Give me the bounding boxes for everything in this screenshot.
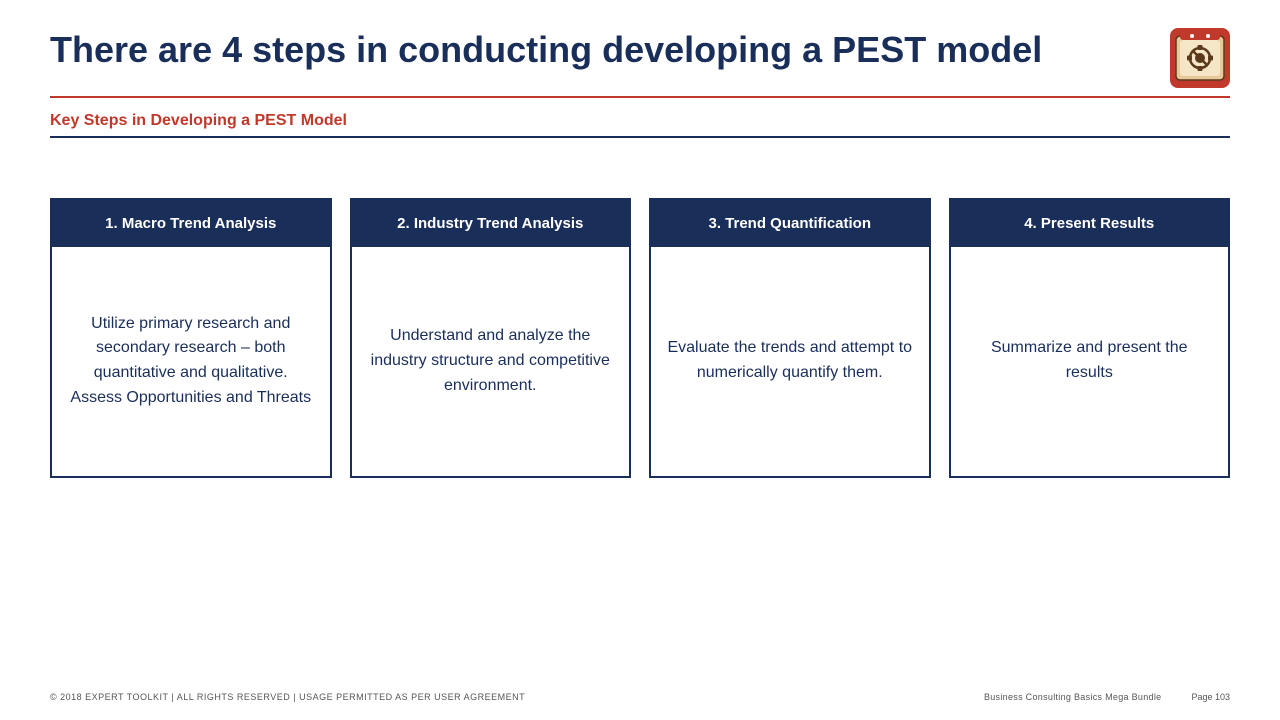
title-underline bbox=[50, 96, 1230, 98]
footer-brand: Business Consulting Basics Mega Bundle bbox=[984, 692, 1162, 702]
step-1-text: Utilize primary research and secondary r… bbox=[68, 312, 314, 411]
main-title: There are 4 steps in conducting developi… bbox=[50, 28, 1150, 71]
subtitle: Key Steps in Developing a PEST Model bbox=[50, 112, 1230, 130]
logo-icon bbox=[1170, 28, 1230, 88]
footer-page: Page 103 bbox=[1191, 692, 1230, 702]
step-card-4: 4. Present Results Summarize and present… bbox=[949, 198, 1231, 478]
steps-container: 1. Macro Trend Analysis Utilize primary … bbox=[50, 198, 1230, 478]
subtitle-underline bbox=[50, 136, 1230, 138]
step-3-body: Evaluate the trends and attempt to numer… bbox=[651, 247, 929, 476]
step-card-2: 2. Industry Trend Analysis Understand an… bbox=[350, 198, 632, 478]
step-4-header: 4. Present Results bbox=[951, 200, 1229, 248]
step-1-body: Utilize primary research and secondary r… bbox=[52, 247, 330, 476]
step-1-header: 1. Macro Trend Analysis bbox=[52, 200, 330, 248]
step-3-text: Evaluate the trends and attempt to numer… bbox=[667, 336, 913, 386]
step-4-body: Summarize and present the results bbox=[951, 247, 1229, 476]
footer: © 2018 EXPERT TOOLKIT | ALL RIGHTS RESER… bbox=[50, 692, 1230, 702]
step-2-text: Understand and analyze the industry stru… bbox=[368, 324, 614, 398]
step-4-text: Summarize and present the results bbox=[967, 336, 1213, 386]
step-card-1: 1. Macro Trend Analysis Utilize primary … bbox=[50, 198, 332, 478]
header-section: There are 4 steps in conducting developi… bbox=[50, 0, 1230, 148]
page-container: There are 4 steps in conducting developi… bbox=[0, 0, 1280, 720]
footer-right: Business Consulting Basics Mega Bundle P… bbox=[984, 692, 1230, 702]
step-2-body: Understand and analyze the industry stru… bbox=[352, 247, 630, 476]
step-card-3: 3. Trend Quantification Evaluate the tre… bbox=[649, 198, 931, 478]
footer-copyright: © 2018 EXPERT TOOLKIT | ALL RIGHTS RESER… bbox=[50, 692, 525, 702]
step-2-header: 2. Industry Trend Analysis bbox=[352, 200, 630, 248]
step-3-header: 3. Trend Quantification bbox=[651, 200, 929, 248]
